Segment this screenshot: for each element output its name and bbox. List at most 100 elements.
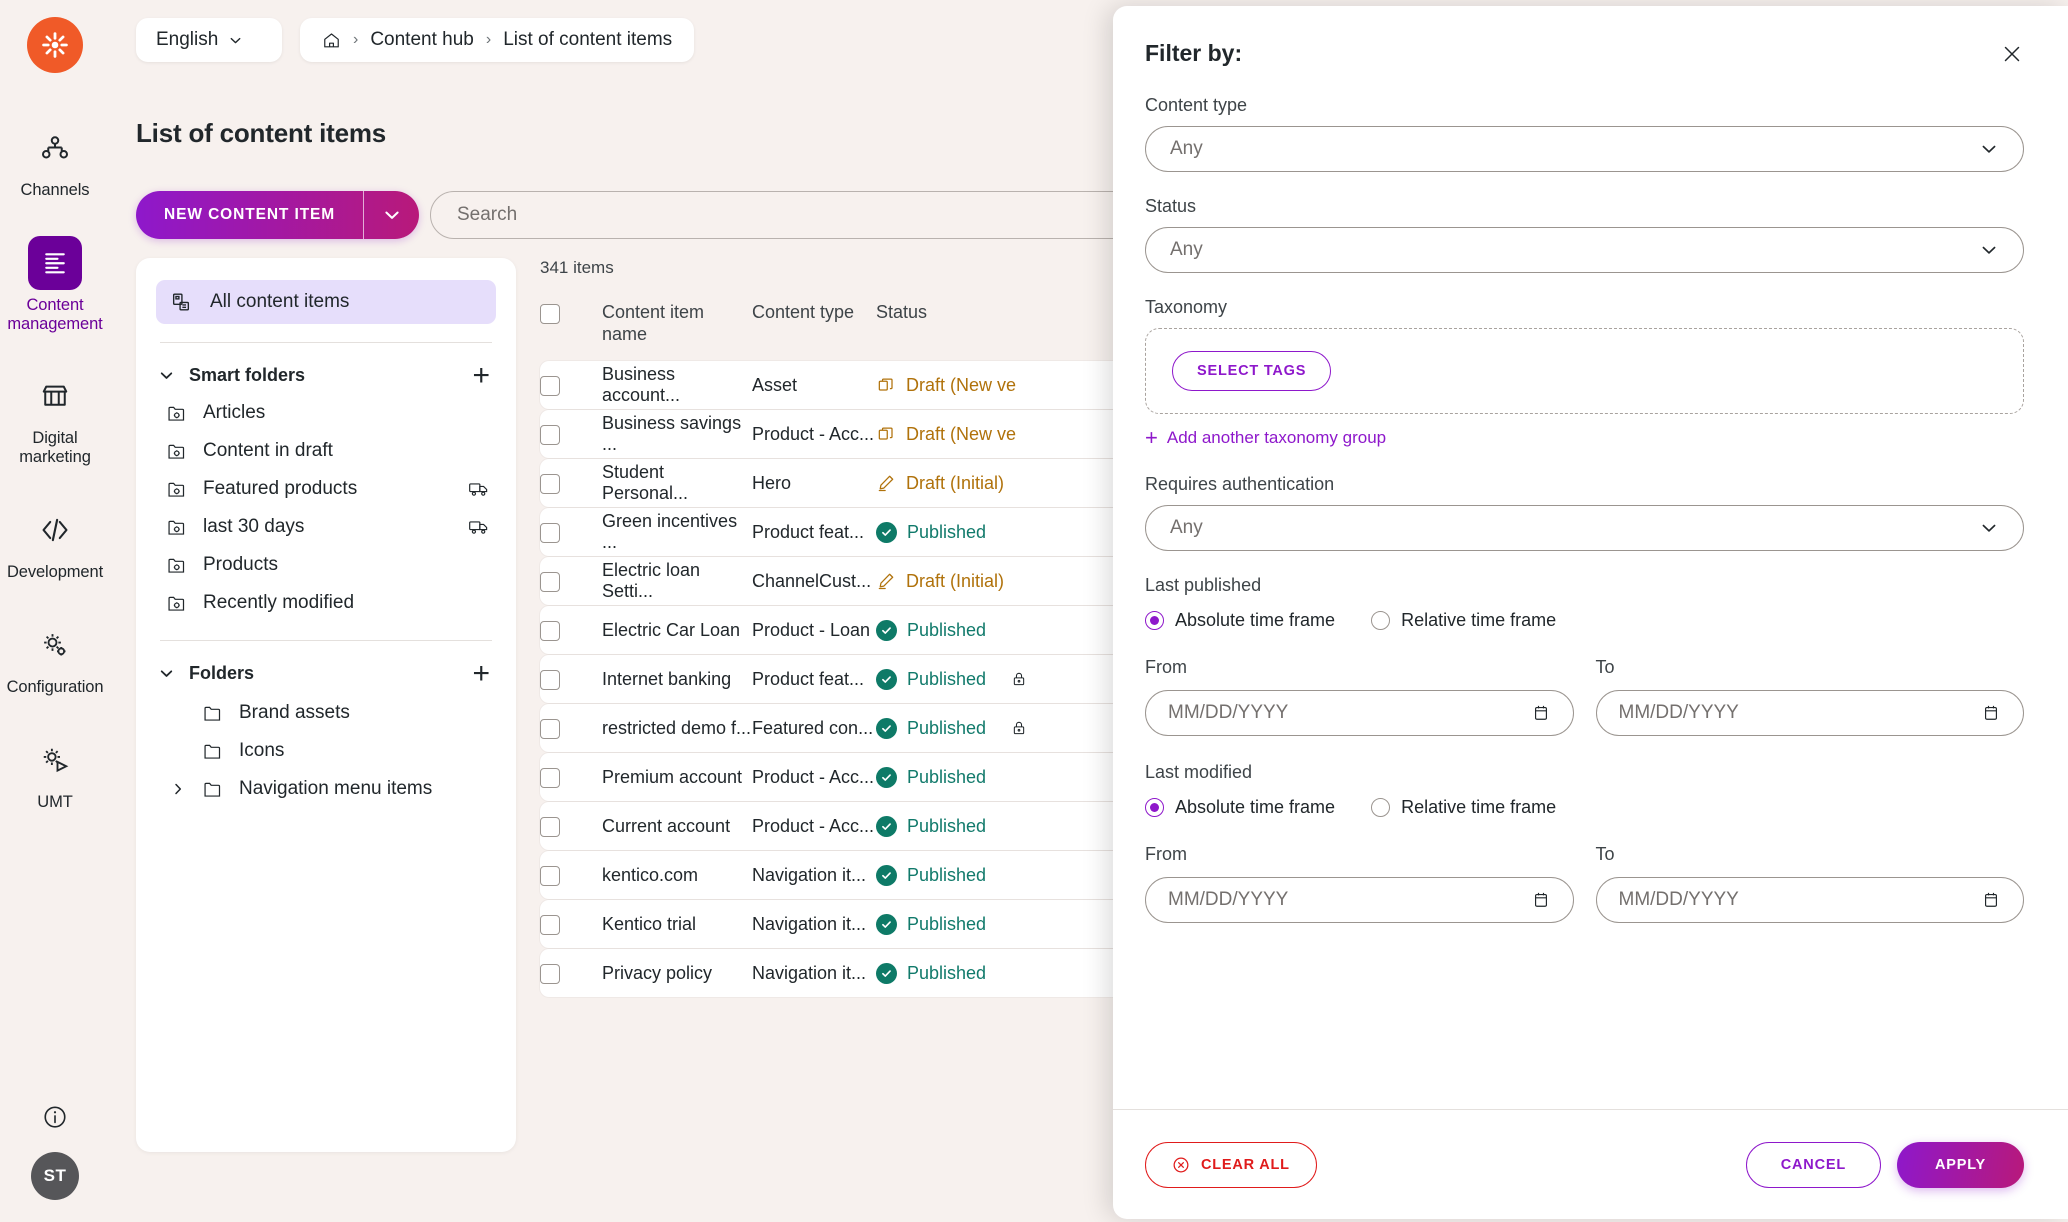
row-checkbox[interactable] xyxy=(540,376,560,396)
info-circle-icon[interactable] xyxy=(42,1104,68,1130)
cell-name: Student Personal... xyxy=(602,462,752,504)
avatar[interactable]: ST xyxy=(31,1152,79,1200)
cell-type: Product - Acc... xyxy=(752,424,876,445)
list-item[interactable]: Articles xyxy=(156,394,496,432)
calendar-icon[interactable] xyxy=(1981,703,2001,723)
sidebar-item-umt[interactable]: UMT xyxy=(0,723,110,820)
row-select-cell xyxy=(540,864,602,886)
breadcrumb: › Content hub › List of content items xyxy=(300,18,694,62)
list-item[interactable]: Featured products xyxy=(156,470,496,508)
plus-icon[interactable]: + xyxy=(472,365,490,386)
last-published-absolute-radio[interactable]: Absolute time frame xyxy=(1145,610,1335,631)
list-item[interactable]: Products xyxy=(156,546,496,584)
last-modified-label: Last modified xyxy=(1145,762,2024,783)
row-checkbox[interactable] xyxy=(540,817,560,837)
sidebar-item-label: Content management xyxy=(4,296,106,334)
app-root: Channels Content management Digital mark… xyxy=(0,0,2068,1222)
row-checkbox[interactable] xyxy=(540,523,560,543)
sidebar-item-channels[interactable]: Channels xyxy=(0,111,110,208)
list-item[interactable]: Recently modified xyxy=(156,584,496,622)
last-published-from-input[interactable]: MM/DD/YYYY xyxy=(1145,690,1574,736)
cell-name: Internet banking xyxy=(602,669,752,690)
calendar-icon[interactable] xyxy=(1531,703,1551,723)
plus-icon: + xyxy=(1145,429,1158,447)
list-item[interactable]: last 30 days xyxy=(156,508,496,546)
row-select-cell xyxy=(540,521,602,543)
smart-folders-group-header[interactable]: Smart folders + xyxy=(156,361,496,390)
row-checkbox[interactable] xyxy=(540,964,560,984)
row-checkbox[interactable] xyxy=(540,670,560,690)
check-circle-icon xyxy=(876,620,897,641)
home-icon[interactable] xyxy=(322,31,341,50)
breadcrumb-item-content-hub[interactable]: Content hub xyxy=(370,29,474,51)
row-checkbox[interactable] xyxy=(540,621,560,641)
to-label: To xyxy=(1596,657,2025,678)
row-select-cell xyxy=(540,570,602,592)
close-icon[interactable] xyxy=(2000,42,2024,66)
row-checkbox[interactable] xyxy=(540,425,560,445)
sidebar-item-content-management[interactable]: Content management xyxy=(0,226,110,342)
check-circle-icon xyxy=(876,669,897,690)
cell-type: Navigation it... xyxy=(752,914,876,935)
add-taxonomy-group-button[interactable]: + Add another taxonomy group xyxy=(1145,428,2024,448)
cell-name: Privacy policy xyxy=(602,963,752,984)
row-checkbox[interactable] xyxy=(540,866,560,886)
list-item-label: Articles xyxy=(203,402,490,424)
calendar-icon[interactable] xyxy=(1531,890,1551,910)
clear-all-button[interactable]: CLEAR ALL xyxy=(1145,1142,1317,1188)
status-badge: Draft (New ve xyxy=(906,424,1016,445)
chevron-down-icon[interactable] xyxy=(158,367,175,384)
divider xyxy=(160,342,492,343)
last-modified-absolute-radio[interactable]: Absolute time frame xyxy=(1145,797,1335,818)
list-item[interactable]: Icons xyxy=(156,732,496,770)
calendar-icon[interactable] xyxy=(1981,890,2001,910)
pencil-icon xyxy=(876,571,896,591)
select-all-cell xyxy=(540,302,602,324)
row-checkbox[interactable] xyxy=(540,474,560,494)
column-header-type[interactable]: Content type xyxy=(752,302,876,324)
select-all-checkbox[interactable] xyxy=(540,304,560,324)
all-content-items-item[interactable]: All content items xyxy=(156,280,496,324)
row-checkbox[interactable] xyxy=(540,719,560,739)
sidebar-item-label: UMT xyxy=(37,793,72,812)
plus-icon[interactable]: + xyxy=(472,663,490,684)
row-select-cell xyxy=(540,472,602,494)
cancel-button[interactable]: CANCEL xyxy=(1746,1142,1881,1188)
sidebar-item-development[interactable]: Development xyxy=(0,493,110,590)
row-checkbox[interactable] xyxy=(540,768,560,788)
row-checkbox[interactable] xyxy=(540,915,560,935)
language-selector[interactable]: English xyxy=(136,18,282,62)
content-type-select[interactable]: Any xyxy=(1145,126,2024,172)
sidebar-item-digital-marketing[interactable]: Digital marketing xyxy=(0,359,110,475)
column-header-name[interactable]: Content item name xyxy=(602,302,752,345)
status-select[interactable]: Any xyxy=(1145,227,2024,273)
chevron-right-icon[interactable] xyxy=(170,781,186,797)
last-published-to-input[interactable]: MM/DD/YYYY xyxy=(1596,690,2025,736)
filter-panel-footer: CLEAR ALL CANCEL APPLY xyxy=(1113,1109,2068,1219)
row-select-cell xyxy=(540,766,602,788)
cell-name: Business account... xyxy=(602,364,752,406)
last-published-relative-radio[interactable]: Relative time frame xyxy=(1371,610,1556,631)
row-checkbox[interactable] xyxy=(540,572,560,592)
sidebar-item-configuration[interactable]: Configuration xyxy=(0,608,110,705)
list-item[interactable]: Navigation menu items xyxy=(156,770,496,808)
folder-icon xyxy=(202,741,223,762)
requires-authentication-select[interactable]: Any xyxy=(1145,505,2024,551)
apply-button[interactable]: APPLY xyxy=(1897,1142,2024,1188)
list-item[interactable]: Brand assets xyxy=(156,694,496,732)
new-content-item-button[interactable]: NEW CONTENT ITEM xyxy=(136,191,419,239)
last-modified-relative-radio[interactable]: Relative time frame xyxy=(1371,797,1556,818)
last-modified-from-input[interactable]: MM/DD/YYYY xyxy=(1145,877,1574,923)
cell-name: Electric Car Loan xyxy=(602,620,752,641)
list-item[interactable]: Content in draft xyxy=(156,432,496,470)
select-tags-button[interactable]: SELECT TAGS xyxy=(1172,351,1331,391)
folders-group-header[interactable]: Folders + xyxy=(156,659,496,688)
last-modified-to-input[interactable]: MM/DD/YYYY xyxy=(1596,877,2025,923)
configuration-gears-icon xyxy=(28,618,82,672)
chevron-down-icon[interactable] xyxy=(158,665,175,682)
kentico-asterisk-logo[interactable] xyxy=(27,17,83,73)
check-circle-icon xyxy=(876,963,897,984)
status-badge: Published xyxy=(907,767,986,788)
row-select-cell xyxy=(540,913,602,935)
new-content-item-dropdown-toggle[interactable] xyxy=(363,191,419,239)
